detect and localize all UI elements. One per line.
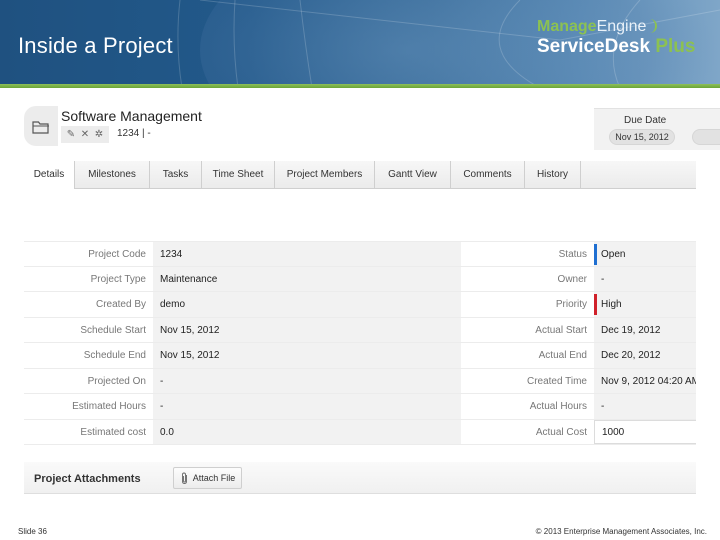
details-row: Estimated Hours - Actual Hours -	[24, 394, 696, 420]
field-value: Nov 15, 2012	[153, 343, 461, 368]
project-name: Software Management	[61, 108, 202, 124]
field-value: 1234	[153, 242, 461, 266]
field-value: demo	[153, 292, 461, 317]
slide-title: Inside a Project	[18, 33, 173, 58]
folder-icon	[32, 120, 49, 134]
project-tabs: Details Milestones Tasks Time Sheet Proj…	[24, 161, 696, 189]
actual-cost-field[interactable]: 1000	[594, 419, 696, 444]
field-value: Nov 9, 2012 04:20 AM	[594, 368, 696, 393]
details-row: Project Type Maintenance Owner -	[24, 266, 696, 292]
project-code: 1234	[117, 128, 140, 139]
tab-details[interactable]: Details	[24, 161, 75, 189]
field-label: Actual End	[461, 343, 594, 368]
attach-file-button[interactable]: Attach File	[173, 467, 242, 489]
priority-value: High	[594, 292, 696, 317]
project-meta: 1234 | -	[117, 128, 151, 139]
details-row: Project Code 1234 Status Open	[24, 241, 696, 267]
field-value: Maintenance	[153, 266, 461, 291]
tab-milestones[interactable]: Milestones	[75, 161, 150, 188]
field-value: Nov 15, 2012	[153, 317, 461, 342]
field-label: Project Code	[24, 242, 153, 266]
field-label: Actual Hours	[461, 394, 594, 419]
logo-engine: Engine	[596, 18, 647, 35]
status-color-indicator	[594, 244, 597, 265]
field-value: Dec 19, 2012	[594, 317, 696, 342]
field-label: Status	[461, 242, 594, 266]
field-value: Dec 20, 2012	[594, 343, 696, 368]
field-value: -	[594, 394, 696, 419]
details-row: Schedule Start Nov 15, 2012 Actual Start…	[24, 317, 696, 343]
slide-number: Slide 36	[18, 527, 47, 536]
close-icon[interactable]: ✕	[81, 129, 89, 140]
logo-brand: Manage	[537, 18, 597, 35]
tab-project-members[interactable]: Project Members	[275, 161, 375, 188]
field-label: Project Type	[24, 266, 153, 291]
status-value: Open	[594, 242, 696, 266]
field-label: Schedule End	[24, 343, 153, 368]
project-meta-extra: -	[147, 128, 151, 139]
copyright-notice: © 2013 Enterprise Management Associates,…	[535, 527, 707, 536]
pencil-icon[interactable]: ✎	[67, 129, 75, 140]
details-row: Estimated cost 0.0 Actual Cost 1000	[24, 419, 696, 445]
manageengine-logo: ManageEngine ServiceDesk Plus	[537, 18, 717, 58]
tab-tasks[interactable]: Tasks	[150, 161, 202, 188]
field-value: -	[594, 266, 696, 291]
field-value: 0.0	[153, 419, 461, 444]
field-label: Actual Start	[461, 317, 594, 342]
status-text: Open	[601, 249, 626, 260]
details-row: Schedule End Nov 15, 2012 Actual End Dec…	[24, 343, 696, 369]
field-label: Actual Cost	[461, 419, 594, 444]
logo-product-suffix: Plus	[655, 36, 696, 57]
due-date-panel: Due Date Nov 15, 2012	[594, 108, 720, 150]
details-row: Created By demo Priority High	[24, 292, 696, 318]
slide-header-banner: Inside a Project ManageEngine ServiceDes…	[0, 0, 720, 88]
tab-gantt-view[interactable]: Gantt View	[375, 161, 451, 188]
project-details-table: Project Code 1234 Status Open Project Ty…	[24, 241, 696, 445]
due-date-value[interactable]: Nov 15, 2012	[609, 129, 675, 145]
tab-time-sheet[interactable]: Time Sheet	[202, 161, 275, 188]
field-label: Created Time	[461, 368, 594, 393]
field-label: Schedule Start	[24, 317, 153, 342]
priority-text: High	[601, 299, 622, 310]
field-label: Created By	[24, 292, 153, 317]
field-label: Projected On	[24, 368, 153, 393]
due-date-next-pill	[692, 129, 720, 145]
meta-separator: |	[142, 128, 145, 139]
gear-icon[interactable]: ✲	[95, 129, 103, 140]
due-date-label: Due Date	[624, 115, 667, 126]
project-attachments-bar: Project Attachments Attach File	[24, 462, 696, 494]
banner-green-stripe	[0, 84, 720, 88]
field-label: Priority	[461, 292, 594, 317]
field-label: Owner	[461, 266, 594, 291]
tab-comments[interactable]: Comments	[451, 161, 525, 188]
attach-file-label: Attach File	[192, 473, 236, 483]
project-action-bar: ✎ ✕ ✲	[61, 126, 109, 143]
field-label: Estimated Hours	[24, 394, 153, 419]
project-icon-box	[24, 106, 58, 146]
logo-product: ServiceDesk	[537, 36, 651, 57]
field-value: -	[153, 394, 461, 419]
field-value: -	[153, 368, 461, 393]
tab-history[interactable]: History	[525, 161, 581, 188]
field-label: Estimated cost	[24, 419, 153, 444]
attachments-title: Project Attachments	[34, 473, 141, 485]
paperclip-icon	[181, 472, 187, 484]
logo-arc-icon	[647, 19, 658, 33]
priority-color-indicator	[594, 294, 597, 315]
details-row: Projected On - Created Time Nov 9, 2012 …	[24, 368, 696, 394]
